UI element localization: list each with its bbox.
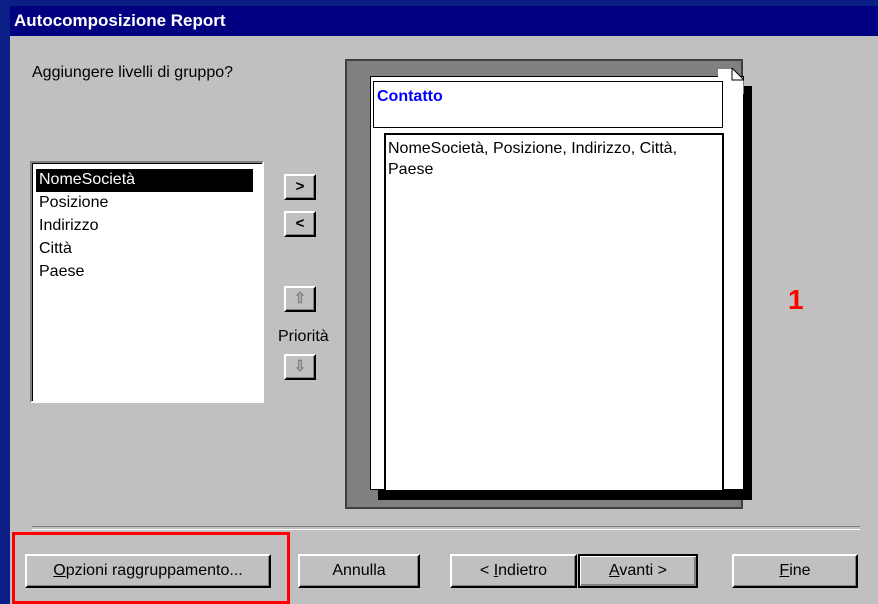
- list-item-paese[interactable]: Paese: [36, 261, 87, 284]
- arrow-up-icon: ⇧: [293, 290, 307, 307]
- list-item-citta[interactable]: Città: [36, 238, 75, 261]
- detail-box: [384, 133, 724, 492]
- grouping-options-button[interactable]: Opzioni raggruppamento...: [25, 554, 271, 588]
- group-title: Contatto: [377, 88, 443, 105]
- priority-down-button[interactable]: ⇩: [284, 354, 316, 380]
- back-button[interactable]: < Indietro: [450, 554, 577, 588]
- remove-group-button[interactable]: <: [284, 211, 316, 237]
- group-levels-question: Aggiungere livelli di gruppo?: [32, 64, 234, 81]
- available-fields-list[interactable]: NomeSocietà Posizione Indirizzo Città Pa…: [30, 161, 264, 403]
- step-number-annotation: 1: [788, 284, 804, 315]
- priority-label: Priorità: [278, 328, 329, 345]
- cancel-button[interactable]: Annulla: [298, 554, 420, 588]
- add-group-button[interactable]: >: [284, 174, 316, 200]
- detail-fields-text: NomeSocietà, Posizione, Indirizzo, Città…: [388, 140, 678, 178]
- finish-button[interactable]: Fine: [732, 554, 858, 588]
- priority-up-button[interactable]: ⇧: [284, 286, 316, 312]
- footer-separator: [32, 526, 860, 530]
- window-title: Autocomposizione Report: [10, 6, 878, 36]
- list-item-posizione[interactable]: Posizione: [36, 192, 111, 215]
- next-button[interactable]: Avanti >: [578, 554, 698, 588]
- list-item-indirizzo[interactable]: Indirizzo: [36, 215, 102, 238]
- report-wizard-window: Autocomposizione Report Aggiungere livel…: [10, 6, 878, 604]
- list-item-nomesocieta[interactable]: NomeSocietà: [36, 169, 253, 192]
- arrow-down-icon: ⇩: [293, 358, 307, 375]
